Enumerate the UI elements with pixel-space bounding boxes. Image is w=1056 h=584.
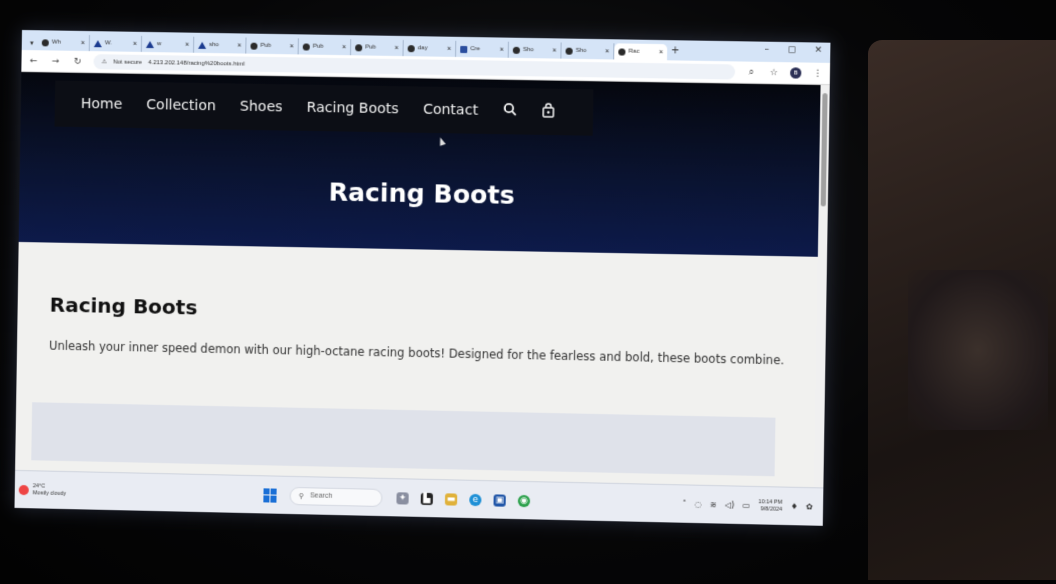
browser-tab[interactable]: day × (403, 40, 457, 57)
security-label: Not secure (112, 58, 143, 66)
browser-tab[interactable]: W. × (89, 35, 143, 52)
scrollbar-thumb[interactable] (820, 93, 828, 207)
globe-icon (618, 47, 626, 56)
hero-banner: Home Collection Shoes Racing Boots Conta… (18, 71, 830, 257)
globe-icon (565, 47, 573, 55)
close-icon[interactable]: × (133, 40, 137, 47)
system-tray: ˄ ◌ ≋ ◁) ▭ 10:14 PM 9/8/2024 ♦ ✿ (682, 497, 823, 514)
globe-icon (355, 43, 363, 51)
windows-start-icon[interactable] (263, 487, 277, 503)
close-icon[interactable]: × (500, 46, 504, 53)
browser-tab[interactable]: Pub × (351, 39, 404, 57)
close-icon[interactable]: × (81, 39, 85, 46)
clock[interactable]: 10:14 PM 9/8/2024 (758, 499, 782, 514)
clock-time: 10:14 PM (758, 498, 783, 506)
edge-icon[interactable]: e (469, 493, 482, 506)
bookmark-star-icon[interactable]: ☆ (768, 67, 780, 78)
menu-kebab-icon[interactable]: ⋮ (811, 68, 823, 78)
nav-contact[interactable]: Contact (423, 102, 478, 119)
profile-avatar[interactable]: B (790, 67, 802, 79)
battery-icon[interactable]: ▭ (742, 501, 750, 510)
taskbar-search[interactable]: ⚲ Search (289, 486, 383, 507)
grid-icon (460, 45, 468, 53)
globe-icon (302, 42, 310, 51)
nav-home[interactable]: Home (81, 96, 123, 113)
hero-title: Racing Boots (328, 177, 515, 210)
close-icon[interactable]: × (552, 47, 556, 54)
file-explorer-icon[interactable]: ▬ (444, 492, 458, 506)
chrome-icon[interactable]: ◉ (517, 494, 531, 507)
close-icon[interactable]: × (237, 42, 241, 49)
close-icon[interactable]: × (659, 49, 663, 56)
close-window-icon[interactable]: ✕ (814, 45, 822, 55)
nav-shoes[interactable]: Shoes (240, 99, 283, 116)
minimize-icon[interactable]: – (764, 45, 769, 55)
github-icon (407, 44, 415, 52)
maximize-icon[interactable]: ▢ (787, 45, 796, 55)
search-placeholder: Search (309, 492, 333, 500)
site-navbar: Home Collection Shoes Racing Boots Conta… (54, 80, 594, 136)
search-icon: ⚲ (298, 492, 304, 500)
widgets-icon[interactable]: ✦ (396, 491, 409, 505)
reload-icon[interactable]: ↻ (71, 56, 83, 66)
volume-icon[interactable]: ◁) (725, 500, 735, 509)
close-icon[interactable]: × (342, 44, 346, 51)
section-description: Unleash your inner speed demon with our … (48, 338, 785, 368)
new-tab-button[interactable]: + (667, 45, 683, 56)
pinned-apps: ✦ ▙ ▬ e ▣ ◉ (396, 491, 531, 507)
notification-bell-icon[interactable]: ♦ (790, 502, 797, 511)
search-icon[interactable] (502, 102, 516, 120)
web-page: Home Collection Shoes Racing Boots Conta… (15, 71, 830, 478)
store-icon[interactable]: ▣ (493, 493, 506, 507)
globe-icon (41, 38, 49, 46)
url-text: 4.213.202.148/racing%20boots.html (148, 59, 245, 68)
copilot-icon[interactable]: ✿ (806, 502, 813, 511)
browser-tab[interactable]: w × (141, 35, 195, 53)
close-icon[interactable]: × (185, 41, 189, 48)
shopping-bag-icon[interactable] (541, 102, 555, 121)
a-logo-icon (93, 39, 102, 47)
weather-desc: Mostly cloudy (32, 489, 67, 497)
tab-search-icon[interactable]: ▾ (26, 36, 38, 50)
weather-widget[interactable]: 24°C Mostly cloudy (15, 482, 256, 501)
close-icon[interactable]: × (290, 43, 294, 50)
forward-icon[interactable]: → (49, 56, 61, 66)
close-icon[interactable]: × (394, 44, 398, 51)
zoom-icon[interactable]: ⌕ (745, 67, 757, 77)
product-image-placeholder (31, 402, 776, 478)
a-logo-icon (198, 41, 207, 49)
browser-tab[interactable]: sho × (194, 36, 247, 54)
main-content: Racing Boots Unleash your inner speed de… (17, 292, 826, 369)
wifi-icon[interactable]: ≋ (710, 500, 717, 509)
a-logo-icon (145, 40, 155, 48)
weather-icon (18, 484, 29, 495)
warning-icon: ⚠ (101, 59, 108, 66)
nav-collection[interactable]: Collection (146, 97, 216, 114)
nav-racing-boots[interactable]: Racing Boots (307, 100, 399, 118)
browser-tab-active[interactable]: Rac × (614, 43, 668, 61)
monitor-screen: ▾ Wh × W. × w × sho × Pub × Pub × Pub × day × Cr… (14, 30, 831, 526)
terminal-icon[interactable]: ▙ (420, 492, 433, 505)
browser-tab[interactable]: Pub × (298, 38, 352, 56)
browser-tab[interactable]: Sho × (561, 42, 615, 60)
browser-tab[interactable]: Cre × (456, 40, 509, 58)
mouse-cursor (437, 136, 446, 146)
clock-date: 9/8/2024 (760, 505, 783, 513)
network-icon[interactable]: ◌ (695, 500, 702, 509)
browser-tab[interactable]: Sho × (508, 41, 562, 59)
chevron-up-icon[interactable]: ˄ (682, 500, 686, 509)
globe-icon (512, 46, 521, 54)
background-object (868, 40, 1056, 580)
browser-tab[interactable]: Pub × (246, 37, 299, 55)
globe-icon (250, 42, 258, 50)
back-icon[interactable]: ← (27, 56, 39, 66)
close-icon[interactable]: × (447, 45, 451, 52)
browser-tab[interactable]: Wh × (37, 34, 90, 52)
close-icon[interactable]: × (605, 48, 609, 55)
section-title: Racing Boots (49, 292, 198, 320)
window-controls: – ▢ ✕ (764, 45, 822, 56)
